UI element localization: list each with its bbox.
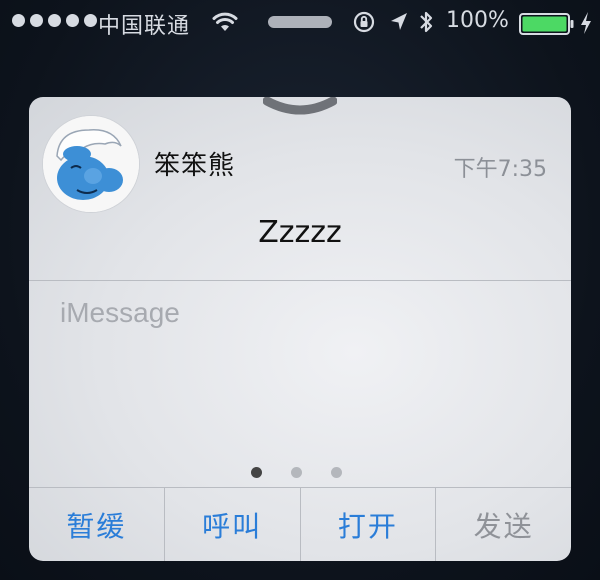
battery-icon bbox=[519, 13, 574, 35]
notification-actions: 暂缓 呼叫 打开 发送 bbox=[29, 488, 571, 561]
rotation-lock-icon bbox=[353, 11, 375, 33]
signal-strength-icon bbox=[12, 14, 97, 27]
smurf-avatar-icon bbox=[43, 116, 139, 212]
bluetooth-icon bbox=[420, 11, 433, 33]
page-dot[interactable] bbox=[331, 467, 342, 478]
lock-screen: 中国联通 100% 笨笨熊 下午7:35 Zzzzz iMessage 暂缓 呼… bbox=[0, 0, 600, 580]
location-arrow-icon bbox=[391, 13, 407, 30]
status-bar: 中国联通 100% bbox=[0, 0, 600, 46]
page-indicator[interactable] bbox=[251, 467, 342, 478]
avatar bbox=[43, 116, 139, 212]
wifi-icon bbox=[212, 12, 238, 31]
page-dot-active[interactable] bbox=[251, 467, 262, 478]
snooze-button[interactable]: 暂缓 bbox=[29, 488, 165, 561]
open-button[interactable]: 打开 bbox=[301, 488, 437, 561]
charging-bolt-icon bbox=[581, 12, 591, 34]
chevron-down-icon[interactable] bbox=[263, 97, 337, 119]
message-time: 下午7:35 bbox=[453, 157, 547, 182]
battery-percent: 100% bbox=[446, 8, 509, 33]
sender-name: 笨笨熊 bbox=[154, 151, 236, 181]
imessage-reply-input[interactable] bbox=[29, 281, 571, 461]
page-dot[interactable] bbox=[291, 467, 302, 478]
carrier-name: 中国联通 bbox=[98, 14, 191, 39]
message-preview: Zzzzz bbox=[258, 215, 342, 250]
call-button[interactable]: 呼叫 bbox=[165, 488, 301, 561]
home-indicator-pill bbox=[268, 16, 332, 28]
message-notification-card[interactable]: 笨笨熊 下午7:35 Zzzzz 暂缓 呼叫 打开 发送 bbox=[29, 97, 571, 561]
send-button[interactable]: 发送 bbox=[436, 488, 571, 561]
